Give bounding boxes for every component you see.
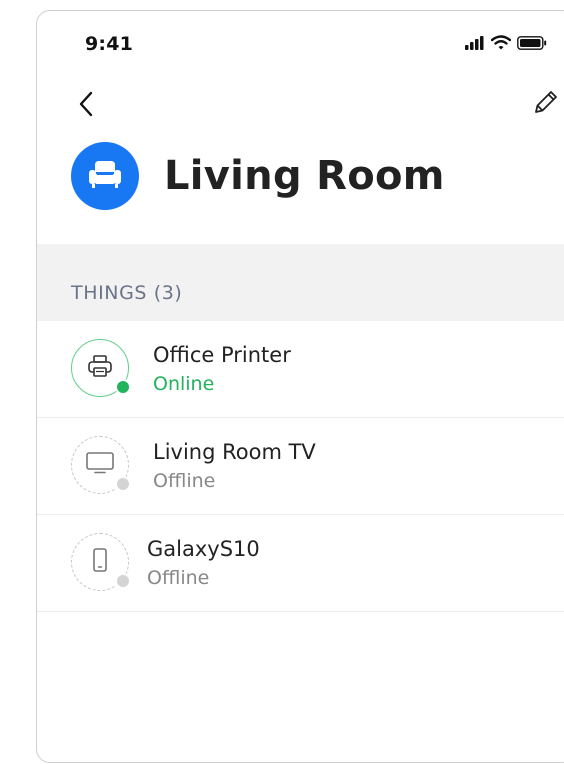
wifi-icon: [490, 35, 512, 55]
section-label: THINGS (3): [71, 282, 183, 304]
device-status: Online: [153, 373, 215, 395]
status-dot: [115, 476, 131, 492]
back-button[interactable]: [71, 89, 101, 123]
status-dot: [115, 379, 131, 395]
device-name: GalaxyS10: [147, 537, 260, 561]
device-row-galaxys10[interactable]: GalaxyS10 Offline: [37, 515, 564, 612]
device-name: Office Printer: [153, 343, 291, 367]
device-status: Offline: [147, 567, 210, 589]
edit-button[interactable]: [527, 87, 563, 123]
armchair-icon: [87, 159, 123, 194]
battery-icon: [517, 35, 547, 55]
room-icon: [71, 142, 139, 210]
device-status: Offline: [153, 470, 216, 492]
status-icons: [465, 35, 547, 55]
status-dot: [115, 573, 131, 589]
nav-bar: [37, 87, 564, 127]
section-header: THINGS (3): [37, 244, 564, 321]
device-icon-badge: [71, 533, 131, 591]
pencil-icon: [530, 88, 560, 123]
status-bar: 9:41: [37, 11, 564, 71]
phone-frame: 9:41 Living Room THINGS (3) Office Print…: [36, 10, 564, 763]
tv-icon: [85, 451, 115, 480]
signal-icon: [465, 35, 485, 55]
device-icon-badge: [71, 436, 131, 494]
room-title: Living Room: [164, 153, 445, 199]
room-header: Living Room: [71, 141, 445, 211]
phone-icon: [92, 547, 108, 578]
status-time: 9:41: [85, 33, 134, 55]
device-list: Office Printer Online Living Room TV Off…: [37, 321, 564, 612]
chevron-left-icon: [78, 91, 94, 122]
device-name: Living Room TV: [153, 440, 316, 464]
device-row-living-room-tv[interactable]: Living Room TV Offline: [37, 418, 564, 515]
device-row-office-printer[interactable]: Office Printer Online: [37, 321, 564, 418]
device-icon-badge: [71, 339, 131, 397]
printer-icon: [87, 354, 113, 383]
